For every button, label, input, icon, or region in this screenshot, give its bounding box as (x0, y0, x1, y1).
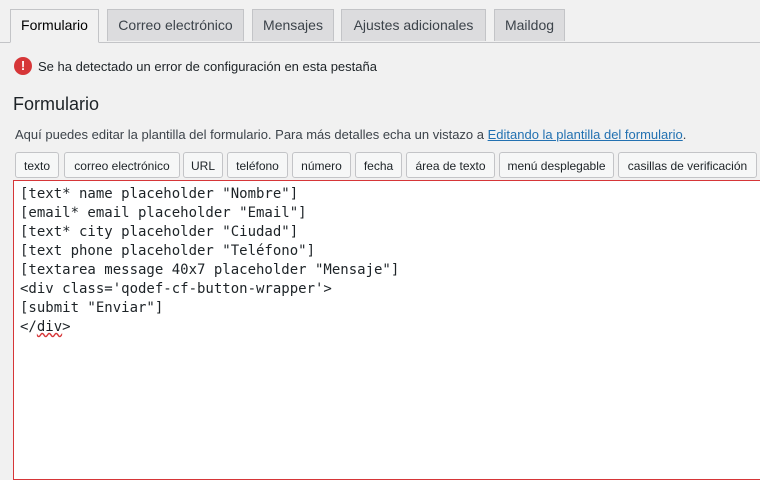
tab-ajustes-adicionales[interactable]: Ajustes adicionales (341, 9, 486, 41)
code-line: </div> (20, 318, 760, 337)
section-title: Formulario (13, 94, 100, 114)
tab-formulario[interactable]: Formulario (10, 9, 99, 43)
code-line: [text* name placeholder "Nombre"] (20, 186, 299, 202)
code-line: [text phone placeholder "Teléfono"] (20, 243, 316, 259)
tag-button-url[interactable]: URL (183, 152, 223, 178)
form-template-editor[interactable]: [text* name placeholder "Nombre"] [email… (13, 180, 760, 480)
tag-button-telefono[interactable]: teléfono (227, 152, 288, 178)
closing-tag-close: > (62, 319, 71, 335)
description-prefix: Aquí puedes editar la plantilla del form… (15, 127, 488, 142)
tag-button-casillas-de-verificacion[interactable]: casillas de verificación (618, 152, 757, 178)
editing-template-link[interactable]: Editando la plantilla del formulario (488, 127, 683, 142)
tag-button-menu-desplegable[interactable]: menú desplegable (499, 152, 614, 178)
tag-button-area-de-texto[interactable]: área de texto (406, 152, 495, 178)
tab-maildog[interactable]: Maildog (494, 9, 565, 41)
tag-generator-buttons: texto correo electrónico URL teléfono nú… (0, 152, 760, 178)
section-description: Aquí puedes editar la plantilla del form… (15, 127, 686, 142)
spellcheck-word: div (36, 319, 63, 335)
tab-correo-electronico[interactable]: Correo electrónico (107, 9, 244, 41)
code-line: [submit "Enviar"] (20, 300, 164, 316)
code-line: [textarea message 40x7 placeholder "Mens… (20, 262, 400, 278)
tag-button-fecha[interactable]: fecha (355, 152, 402, 178)
tab-mensajes[interactable]: Mensajes (252, 9, 334, 41)
config-error-notice: ! Se ha detectado un error de configurac… (14, 56, 377, 76)
error-message: Se ha detectado un error de configuració… (38, 58, 377, 74)
error-icon: ! (14, 57, 32, 75)
tag-button-texto[interactable]: texto (15, 152, 59, 178)
code-line: [text* city placeholder "Ciudad"] (20, 224, 299, 240)
tab-bar: Formulario Correo electrónico Mensajes A… (0, 0, 760, 43)
tag-button-numero[interactable]: número (292, 152, 351, 178)
closing-tag-open: </ (20, 319, 37, 335)
tag-button-correo-electronico[interactable]: correo electrónico (64, 152, 180, 178)
code-line: <div class='qodef-cf-button-wrapper'> (20, 281, 332, 297)
code-line: [email* email placeholder "Email"] (20, 205, 307, 221)
description-suffix: . (682, 127, 687, 142)
